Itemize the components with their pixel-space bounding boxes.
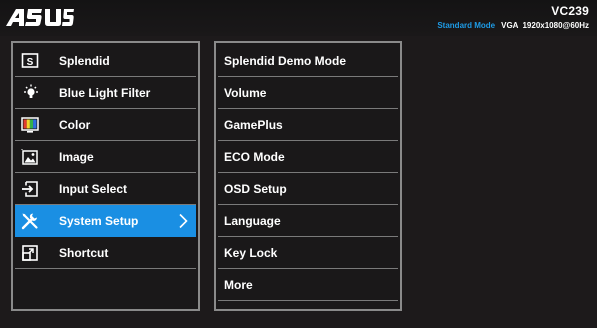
image-icon (21, 149, 38, 165)
chevron-right-icon (179, 213, 188, 229)
status-line: Standard Mode VGA 1920x1080@60Hz (437, 21, 589, 30)
menu-item-image[interactable]: Image (15, 141, 196, 173)
menu-item-label: Input Select (59, 182, 128, 196)
sub-item-label: ECO Mode (224, 150, 285, 164)
menu-item-shortcut[interactable]: Shortcut (15, 237, 196, 269)
color-icon (21, 117, 39, 133)
asus-logo (6, 9, 74, 26)
sub-item-volume[interactable]: Volume (218, 77, 398, 109)
menu-item-label: System Setup (59, 214, 139, 228)
sub-item-label: Splendid Demo Mode (224, 54, 347, 68)
menu-item-label: Shortcut (59, 246, 109, 260)
input-signal: VGA (501, 21, 519, 30)
menu-item-label: Color (59, 118, 91, 132)
sub-item-label: More (224, 278, 253, 292)
sub-item-label: Volume (224, 86, 267, 100)
sub-item-splendid-demo-mode[interactable]: Splendid Demo Mode (218, 45, 398, 77)
sub-item-osd-setup[interactable]: OSD Setup (218, 173, 398, 205)
resolution: 1920x1080@60Hz (522, 21, 589, 30)
svg-text:S: S (27, 57, 34, 68)
current-mode: Standard Mode (437, 21, 496, 30)
menu-item-splendid[interactable]: S Splendid (15, 45, 196, 77)
menu-item-input-select[interactable]: Input Select (15, 173, 196, 205)
shortcut-icon (22, 245, 38, 261)
sub-menu: Splendid Demo Mode Volume GamePlus ECO M… (214, 41, 402, 311)
sub-item-language[interactable]: Language (218, 205, 398, 237)
wrench-screwdriver-icon (21, 213, 38, 230)
menu-item-color[interactable]: Color (15, 109, 196, 141)
sub-item-key-lock[interactable]: Key Lock (218, 237, 398, 269)
sub-item-eco-mode[interactable]: ECO Mode (218, 141, 398, 173)
model-name: VC239 (551, 4, 589, 18)
sub-item-label: OSD Setup (224, 182, 287, 196)
menu-item-label: Blue Light Filter (59, 86, 151, 100)
input-icon (22, 181, 38, 197)
osd-window: VC239 Standard Mode VGA 1920x1080@60Hz S S… (0, 0, 597, 328)
main-menu: S Splendid Blue Light Filter Color Image… (11, 41, 200, 311)
menu-item-blue-light-filter[interactable]: Blue Light Filter (15, 77, 196, 109)
menu-item-system-setup[interactable]: System Setup (15, 205, 196, 237)
sub-item-gameplus[interactable]: GamePlus (218, 109, 398, 141)
splendid-icon: S (21, 53, 39, 68)
menu-item-label: Image (59, 150, 94, 164)
sub-item-label: Language (224, 214, 281, 228)
menu-item-label: Splendid (59, 54, 110, 68)
sub-item-label: Key Lock (224, 246, 278, 260)
sub-item-label: GamePlus (224, 118, 283, 132)
sub-item-more[interactable]: More (218, 269, 398, 301)
osd-header: VC239 Standard Mode VGA 1920x1080@60Hz (0, 0, 597, 36)
bulb-icon (24, 84, 38, 98)
